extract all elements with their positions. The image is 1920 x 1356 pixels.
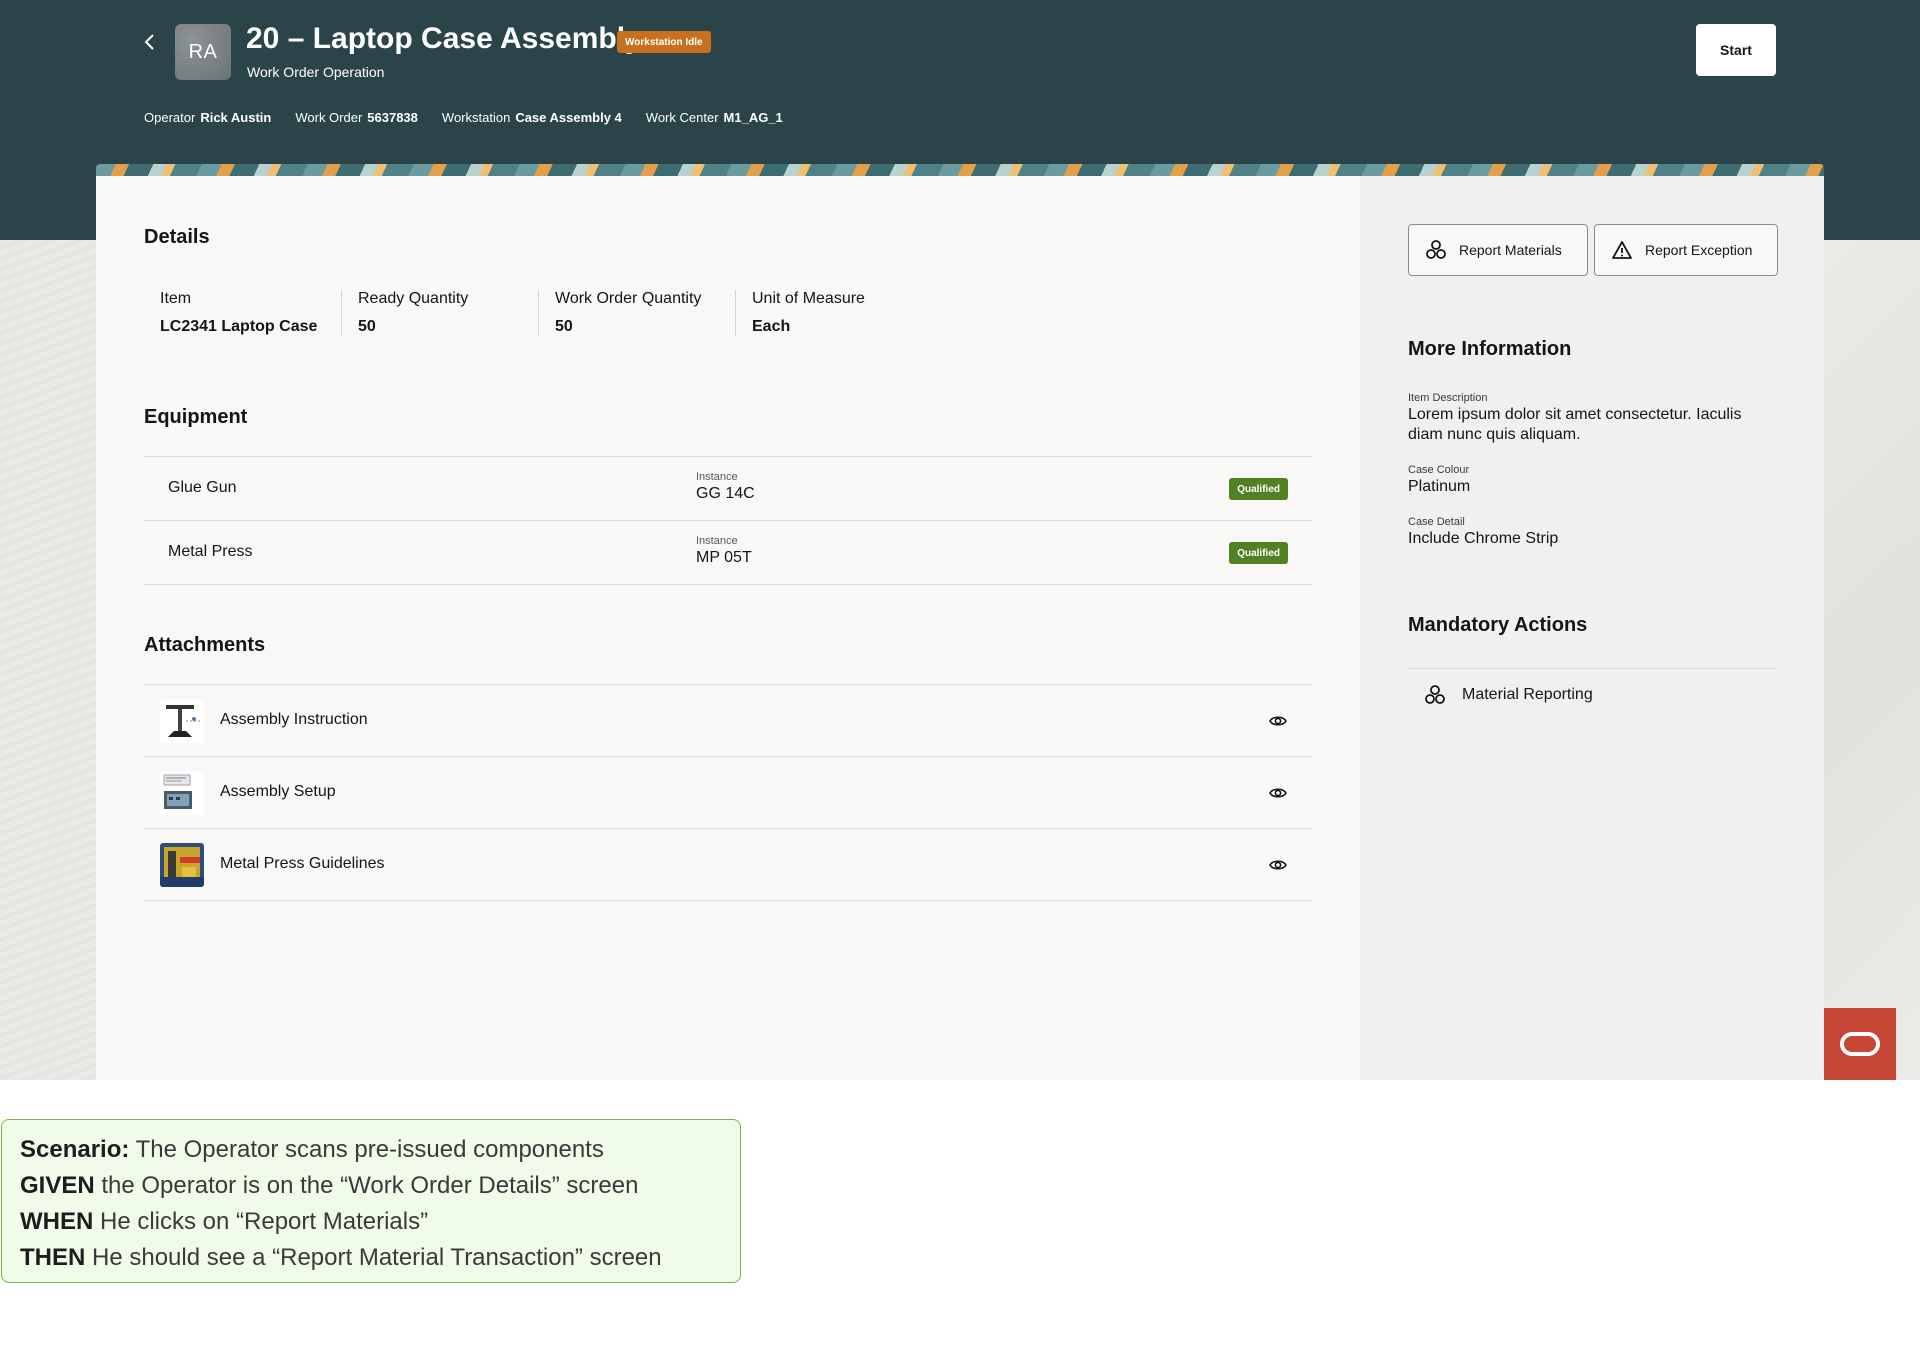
equipment-row-metal-press[interactable]: Metal Press Instance MP 05T Qualified: [144, 521, 1312, 585]
detail-value: 50: [555, 318, 573, 335]
chevron-left-icon: [144, 34, 154, 50]
report-materials-label: Report Materials: [1459, 242, 1562, 258]
instance-value: MP 05T: [696, 549, 752, 566]
eye-icon[interactable]: [1268, 711, 1288, 731]
info-value: Include Chrome Strip: [1408, 530, 1559, 547]
operation-meta: Operator Rick Austin Work Order 5637838 Wo…: [144, 110, 783, 125]
attachment-thumbnail: [160, 699, 204, 743]
meta-operator: Operator Rick Austin: [144, 110, 272, 125]
instance-label: Instance: [696, 535, 738, 547]
detail-label: Work Order Quantity: [555, 290, 702, 307]
details-fields: Item LC2341 Laptop Case Ready Quantity 5…: [144, 290, 932, 336]
detail-item: Item LC2341 Laptop Case: [144, 290, 341, 336]
info-label: Case Detail: [1408, 516, 1465, 528]
details-heading: Details: [144, 226, 210, 248]
meta-work-order: Work Order 5637838: [295, 110, 418, 125]
scenario-note: Scenario: The Operator scans pre-issued …: [1, 1119, 741, 1283]
given-text: the Operator is on the “Work Order Detai…: [94, 1172, 639, 1199]
oracle-logo-icon: [1840, 1032, 1880, 1056]
then-text: He should see a “Report Material Transac…: [85, 1244, 662, 1271]
app-window: RA 20 – Laptop Case Assembly Workstation…: [0, 0, 1920, 1080]
equipment-list: Glue Gun Instance GG 14C Qualified Metal…: [144, 456, 1312, 585]
report-exception-label: Report Exception: [1645, 242, 1753, 258]
detail-value: 50: [358, 318, 376, 335]
given-keyword: GIVEN: [20, 1172, 95, 1199]
more-information-heading: More Information: [1408, 338, 1572, 360]
report-materials-button[interactable]: Report Materials: [1408, 224, 1588, 276]
materials-icon: [1426, 240, 1446, 259]
equipment-instance: Instance GG 14C: [696, 471, 755, 503]
info-case-detail: Case Detail Include Chrome Strip: [1408, 516, 1768, 549]
meta-work-center: Work Center M1_AG_1: [645, 110, 783, 125]
detail-label: Item: [160, 290, 192, 307]
qualified-badge: Qualified: [1229, 478, 1288, 500]
report-exception-button[interactable]: Report Exception: [1594, 224, 1778, 276]
when-line: WHEN He clicks on “Report Materials”: [20, 1204, 722, 1240]
page-subtitle: Work Order Operation: [247, 64, 385, 80]
equipment-heading: Equipment: [144, 406, 248, 428]
eye-icon[interactable]: [1268, 855, 1288, 875]
equipment-name: Glue Gun: [168, 479, 237, 496]
detail-label: Unit of Measure: [752, 290, 865, 307]
avatar: RA: [175, 24, 231, 80]
instance-label: Instance: [696, 471, 738, 483]
detail-value: LC2341 Laptop Case: [160, 318, 318, 335]
mandatory-actions-heading: Mandatory Actions: [1408, 614, 1588, 636]
oracle-assistant-button[interactable]: [1824, 1008, 1896, 1080]
equipment-instance: Instance MP 05T: [696, 535, 752, 567]
then-line: THEN He should see a “Report Material Tr…: [20, 1240, 722, 1276]
detail-work-order-quantity: Work Order Quantity 50: [538, 290, 735, 336]
equipment-row-glue-gun[interactable]: Glue Gun Instance GG 14C Qualified: [144, 457, 1312, 521]
attachment-row-assembly-instruction[interactable]: Assembly Instruction: [144, 685, 1312, 757]
mandatory-action-material-reporting[interactable]: Material Reporting: [1408, 669, 1776, 721]
instance-value: GG 14C: [696, 485, 755, 502]
equipment-name: Metal Press: [168, 543, 253, 560]
detail-value: Each: [752, 318, 791, 335]
side-panel: Report Materials Report Exception More I…: [1360, 176, 1824, 1080]
right-decoration: [1824, 240, 1920, 1080]
attachment-row-metal-press-guidelines[interactable]: Metal Press Guidelines: [144, 829, 1312, 901]
attachment-row-assembly-setup[interactable]: Assembly Setup: [144, 757, 1312, 829]
start-button[interactable]: Start: [1696, 24, 1776, 76]
qualified-badge: Qualified: [1229, 542, 1288, 564]
detail-unit-of-measure: Unit of Measure Each: [735, 290, 932, 336]
scenario-text: The Operator scans pre-issued components: [129, 1136, 604, 1163]
info-value: Lorem ipsum dolor sit amet consectetur. …: [1408, 406, 1742, 443]
then-keyword: THEN: [20, 1244, 86, 1271]
materials-icon: [1425, 685, 1445, 704]
info-label: Item Description: [1408, 392, 1488, 404]
info-item-description: Item Description Lorem ipsum dolor sit a…: [1408, 392, 1768, 445]
attachment-thumbnail: [160, 771, 204, 815]
main-panel: Details Item LC2341 Laptop Case Ready Qu…: [96, 176, 1360, 1080]
eye-icon[interactable]: [1268, 783, 1288, 803]
detail-ready-quantity: Ready Quantity 50: [341, 290, 538, 336]
page-title: 20 – Laptop Case Assembly: [246, 22, 642, 55]
back-button[interactable]: [136, 28, 164, 56]
attachments-list: Assembly Instruction Assembly Setup Meta…: [144, 684, 1312, 901]
status-badge: Workstation Idle: [617, 31, 711, 53]
meta-workstation: Workstation Case Assembly 4: [441, 110, 622, 125]
attachment-name: Metal Press Guidelines: [220, 855, 385, 872]
mandatory-action-label: Material Reporting: [1462, 686, 1593, 703]
when-keyword: WHEN: [20, 1208, 94, 1235]
info-label: Case Colour: [1408, 464, 1470, 476]
attachment-thumbnail: [160, 843, 204, 887]
left-decoration: [0, 240, 96, 1080]
attachment-name: Assembly Instruction: [220, 711, 368, 728]
scenario-keyword: Scenario:: [20, 1136, 130, 1163]
info-value: Platinum: [1408, 478, 1471, 495]
attachments-heading: Attachments: [144, 634, 266, 656]
info-case-colour: Case Colour Platinum: [1408, 464, 1768, 497]
decorative-banner: [96, 164, 1824, 176]
detail-label: Ready Quantity: [358, 290, 469, 307]
when-text: He clicks on “Report Materials”: [93, 1208, 429, 1235]
mandatory-actions-list: Material Reporting: [1408, 668, 1776, 721]
attachment-name: Assembly Setup: [220, 783, 336, 800]
warning-icon: [1612, 241, 1632, 259]
scenario-line: Scenario: The Operator scans pre-issued …: [20, 1132, 722, 1168]
given-line: GIVEN the Operator is on the “Work Order…: [20, 1168, 722, 1204]
